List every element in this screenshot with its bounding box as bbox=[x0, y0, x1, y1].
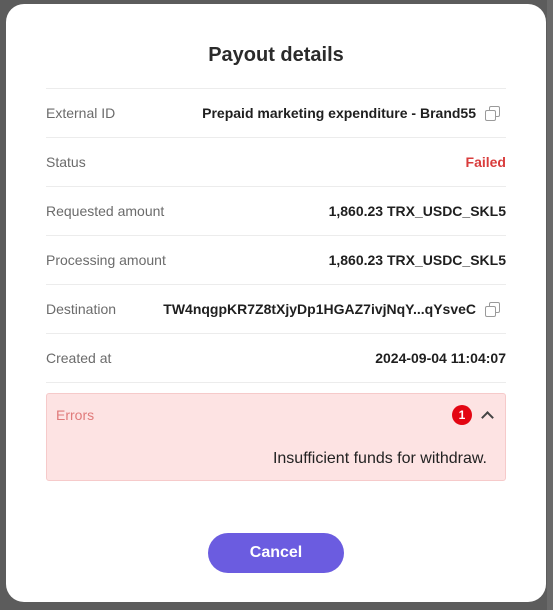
detail-label: Created at bbox=[46, 350, 112, 366]
status-value: Failed bbox=[465, 154, 506, 170]
details-list: External ID Prepaid marketing expenditur… bbox=[46, 88, 506, 383]
errors-label: Errors bbox=[56, 407, 95, 423]
page-backdrop bbox=[547, 0, 553, 610]
chevron-up-icon[interactable] bbox=[479, 407, 495, 423]
error-message: Insufficient funds for withdraw. bbox=[272, 450, 487, 467]
requested-amount-value: 1,860.23 TRX_USDC_SKL5 bbox=[328, 203, 506, 219]
detail-row-status: Status Failed bbox=[46, 138, 506, 187]
cancel-button[interactable]: Cancel bbox=[208, 533, 344, 573]
destination-value: TW4nqgpKR7Z8tXjyDp1HGAZ7ivjNqY...qYsveC bbox=[163, 301, 476, 317]
detail-label: Requested amount bbox=[46, 203, 165, 219]
detail-label: Destination bbox=[46, 301, 117, 317]
payout-details-modal: Payout details External ID Prepaid marke… bbox=[6, 4, 546, 602]
errors-count-badge: 1 bbox=[452, 405, 472, 425]
detail-row-external-id: External ID Prepaid marketing expenditur… bbox=[46, 89, 506, 138]
detail-label: Processing amount bbox=[46, 252, 166, 268]
detail-label: Status bbox=[46, 154, 86, 170]
detail-row-created-at: Created at 2024-09-04 11:04:07 bbox=[46, 334, 506, 383]
external-id-value: Prepaid marketing expenditure - Brand55 bbox=[202, 105, 476, 121]
detail-row-destination: Destination TW4nqgpKR7Z8tXjyDp1HGAZ7ivjN… bbox=[46, 285, 506, 334]
detail-label: External ID bbox=[46, 105, 116, 121]
copy-icon[interactable] bbox=[484, 105, 500, 121]
created-at-value: 2024-09-04 11:04:07 bbox=[375, 350, 506, 366]
processing-amount-value: 1,860.23 TRX_USDC_SKL5 bbox=[328, 252, 506, 268]
copy-icon[interactable] bbox=[484, 301, 500, 317]
errors-panel: Errors 1 Insufficient funds for withdraw… bbox=[46, 393, 506, 481]
detail-row-requested-amount: Requested amount 1,860.23 TRX_USDC_SKL5 bbox=[46, 187, 506, 236]
modal-title: Payout details bbox=[208, 44, 344, 66]
detail-row-processing-amount: Processing amount 1,860.23 TRX_USDC_SKL5 bbox=[46, 236, 506, 285]
